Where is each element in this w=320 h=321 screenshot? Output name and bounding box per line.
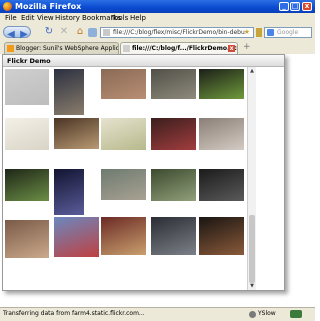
addon-icon[interactable] — [290, 310, 302, 318]
menu-edit[interactable]: Edit — [21, 13, 35, 24]
back-button[interactable]: ◀ — [5, 29, 17, 41]
yslow-icon[interactable] — [249, 311, 256, 318]
scroll-down-icon[interactable]: ▼ — [249, 283, 255, 289]
photo-thumbnail[interactable] — [101, 169, 146, 200]
url-text: file:///C:/blog/flex/misc/FlickrDemo/bin… — [113, 29, 245, 36]
search-placeholder: Google — [277, 29, 299, 36]
maximize-button[interactable]: □ — [290, 2, 300, 11]
menu-view[interactable]: View — [37, 13, 54, 24]
photo-thumbnail[interactable] — [5, 118, 49, 150]
menu-file[interactable]: File — [5, 13, 17, 24]
photo-thumbnail[interactable] — [54, 169, 84, 215]
minimize-button[interactable]: _ — [279, 2, 289, 11]
tab-bar: Blogger: Sunil's WebSphere Application .… — [0, 41, 315, 54]
google-icon — [267, 29, 274, 36]
yslow-label[interactable]: YSlow — [258, 308, 276, 320]
status-bar: Transferring data from farm4.static.flic… — [0, 307, 315, 321]
photo-thumbnail[interactable] — [151, 169, 196, 201]
forward-button[interactable]: ▶ — [18, 29, 30, 41]
menu-bar: File Edit View History Bookmarks Tools H… — [0, 13, 315, 24]
photo-thumbnail[interactable] — [151, 69, 196, 99]
photo-thumbnail[interactable] — [199, 217, 244, 255]
tab-label: file:///C:/blog/f.../FlickrDemo.html — [132, 45, 238, 52]
vertical-scrollbar[interactable]: ▲ ▼ — [247, 67, 256, 290]
photo-thumbnail[interactable] — [5, 69, 49, 105]
panel-title: Flickr Demo — [3, 55, 284, 67]
photo-thumbnail[interactable] — [199, 69, 244, 99]
photo-thumbnail[interactable] — [199, 118, 244, 150]
url-bar[interactable]: file:///C:/blog/flex/misc/FlickrDemo/bin… — [100, 27, 254, 38]
search-input[interactable]: Google — [264, 27, 312, 38]
menu-history[interactable]: History — [55, 13, 80, 24]
close-button[interactable]: x — [302, 2, 312, 11]
page-favicon-icon — [103, 29, 110, 36]
photo-thumbnail[interactable] — [199, 169, 244, 201]
scrollbar-thumb[interactable] — [249, 215, 255, 283]
window-title: Mozilla Firefox — [15, 2, 82, 11]
reload-button[interactable]: ↻ — [43, 26, 55, 38]
photo-thumbnail[interactable] — [54, 69, 84, 115]
status-text: Transferring data from farm4.static.flic… — [3, 310, 145, 317]
photo-thumbnail[interactable] — [101, 69, 146, 99]
stop-button[interactable]: ✕ — [58, 26, 70, 38]
photo-thumbnail[interactable] — [5, 220, 49, 258]
back-forward-group: ◀ ▶ — [3, 26, 31, 41]
flickr-panel: Flickr Demo ▲ ▼ — [2, 54, 285, 291]
photo-thumbnail[interactable] — [54, 118, 99, 149]
menu-tools[interactable]: Tools — [111, 13, 128, 24]
home-button[interactable]: ⌂ — [74, 26, 86, 38]
photo-thumbnail[interactable] — [101, 118, 146, 150]
photo-thumbnail[interactable] — [151, 217, 196, 255]
tab-label: Blogger: Sunil's WebSphere Application .… — [16, 45, 119, 52]
photo-thumbnail[interactable] — [101, 217, 146, 255]
page-content: Flickr Demo ▲ ▼ — [0, 54, 315, 307]
tab-flickr-demo[interactable]: file:///C:/blog/f.../FlickrDemo.html x — [120, 42, 238, 54]
feed-icon[interactable] — [256, 28, 262, 37]
tab-blogger[interactable]: Blogger: Sunil's WebSphere Application .… — [4, 42, 119, 54]
blogger-icon — [7, 45, 14, 52]
firefox-logo-icon — [3, 2, 12, 11]
tab-close-icon[interactable]: x — [228, 45, 235, 52]
new-tab-button[interactable]: + — [243, 42, 251, 52]
menu-help[interactable]: Help — [130, 13, 146, 24]
window-titlebar: Mozilla Firefox _ □ x — [0, 0, 315, 13]
photo-thumbnail[interactable] — [54, 217, 99, 257]
thumbnail-grid — [3, 67, 247, 290]
star-icon[interactable]: ★ — [244, 28, 250, 37]
photo-thumbnail[interactable] — [151, 118, 196, 150]
photo-thumbnail[interactable] — [5, 169, 49, 201]
scroll-up-icon[interactable]: ▲ — [249, 68, 255, 74]
page-icon — [123, 45, 130, 52]
bookmark-icon[interactable] — [88, 28, 97, 37]
navigation-toolbar: ◀ ▶ ↻ ✕ ⌂ file:///C:/blog/flex/misc/Flic… — [0, 24, 315, 42]
